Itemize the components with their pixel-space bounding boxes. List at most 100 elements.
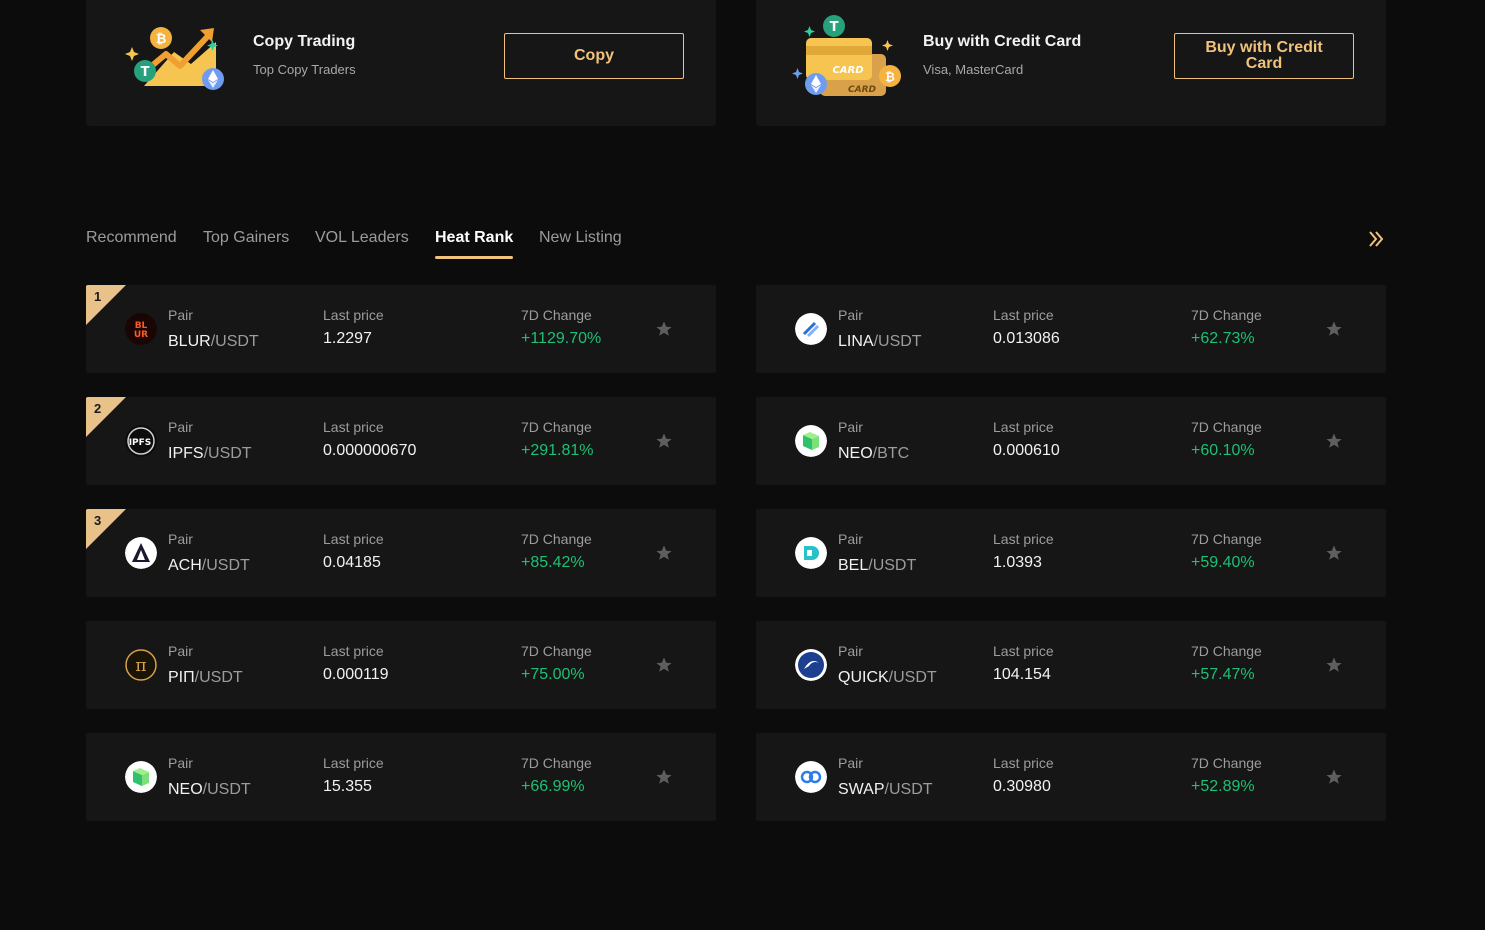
copy-trading-subtitle: Top Copy Traders	[253, 62, 356, 77]
star-icon[interactable]	[655, 544, 673, 562]
last-price-label: Last price	[323, 419, 384, 435]
svg-text:₿: ₿	[156, 32, 167, 47]
svg-text:IPFS: IPFS	[129, 438, 152, 448]
market-row[interactable]: 1 BL UR Pair BLUR/USDT Last price 1.2297 7D Cha…	[86, 285, 716, 373]
pair-label: Pair	[838, 307, 863, 323]
last-price-label: Last price	[993, 643, 1054, 659]
star-icon[interactable]	[1325, 544, 1343, 562]
svg-text:UR: UR	[134, 330, 148, 340]
tab-recommend[interactable]: Recommend	[86, 229, 177, 247]
pair-value[interactable]: PIΠ/USDT	[168, 669, 243, 687]
double-chevron-right-icon[interactable]	[1366, 229, 1386, 249]
rank-number: 1	[94, 289, 102, 304]
market-row[interactable]: 2 IPFS Pair IPFS/USDT Last price 0.000000670 7…	[86, 397, 716, 485]
market-row[interactable]: Pair LINA/USDT Last price 0.013086 7D Change…	[756, 285, 1386, 373]
pi-icon: π	[125, 649, 157, 681]
last-price-label: Last price	[993, 755, 1054, 771]
last-price-label: Last price	[993, 419, 1054, 435]
star-icon[interactable]	[655, 768, 673, 786]
star-icon[interactable]	[655, 656, 673, 674]
tab-heat-rank[interactable]: Heat Rank	[435, 229, 514, 259]
star-icon[interactable]	[1325, 432, 1343, 450]
change-label: 7D Change	[521, 307, 592, 323]
buy-with-credit-card-button[interactable]: Buy with Credit Card	[1174, 33, 1354, 79]
rank-badge	[86, 285, 126, 325]
pair-label: Pair	[838, 419, 863, 435]
market-row[interactable]: Pair NEO/USDT Last price 15.355 7D Change +66…	[86, 733, 716, 821]
lina-icon	[795, 313, 827, 345]
pair-base: PIΠ	[168, 669, 195, 686]
star-icon[interactable]	[1325, 656, 1343, 674]
market-row[interactable]: 3 Pair ACH/USDT Last price 0.04185 7D Change +…	[86, 509, 716, 597]
bel-icon	[795, 537, 827, 569]
last-price-label: Last price	[323, 531, 384, 547]
quick-icon	[795, 649, 827, 681]
pair-quote: /USDT	[868, 557, 917, 574]
pair-value[interactable]: QUICK/USDT	[838, 669, 937, 687]
card-text-back: CARD	[848, 85, 877, 95]
change-label: 7D Change	[521, 755, 592, 771]
change-label: 7D Change	[1191, 643, 1262, 659]
pair-value[interactable]: BLUR/USDT	[168, 333, 259, 351]
market-row[interactable]: π Pair PIΠ/USDT Last price 0.000119 7D Change…	[86, 621, 716, 709]
last-price-label: Last price	[323, 755, 384, 771]
pair-value[interactable]: NEO/BTC	[838, 445, 909, 463]
change-label: 7D Change	[1191, 419, 1262, 435]
last-price-value: 0.000119	[323, 666, 389, 683]
pair-base: ACH	[168, 557, 202, 574]
pair-value[interactable]: SWAP/USDT	[838, 781, 933, 799]
change-value: +1129.70%	[521, 330, 602, 347]
last-price-value: 0.30980	[993, 778, 1051, 795]
pair-value[interactable]: ACH/USDT	[168, 557, 250, 575]
market-row[interactable]: Pair SWAP/USDT Last price 0.30980 7D Change +…	[756, 733, 1386, 821]
change-value: +60.10%	[1191, 442, 1255, 459]
pair-value[interactable]: BEL/USDT	[838, 557, 916, 575]
change-label: 7D Change	[521, 531, 592, 547]
rank-number: 3	[94, 513, 102, 528]
tab-vol-leaders[interactable]: VOL Leaders	[315, 229, 409, 247]
last-price-value: 104.154	[993, 666, 1051, 683]
credit-card-card: CARD CARD T ₿ Buy with Credit Card Visa,…	[756, 0, 1386, 126]
svg-text:₿: ₿	[885, 70, 895, 84]
pair-quote: /USDT	[203, 445, 252, 462]
change-label: 7D Change	[521, 419, 592, 435]
change-label: 7D Change	[521, 643, 592, 659]
change-label: 7D Change	[1191, 531, 1262, 547]
pair-label: Pair	[838, 643, 863, 659]
svg-text:T: T	[141, 65, 150, 80]
pair-base: NEO	[838, 445, 873, 462]
copy-trading-card: ₿ T Copy Trading Top Copy Traders Copy	[86, 0, 716, 126]
last-price-value: 0.013086	[993, 330, 1060, 347]
pair-value[interactable]: LINA/USDT	[838, 333, 922, 351]
star-icon[interactable]	[1325, 768, 1343, 786]
tab-top-gainers[interactable]: Top Gainers	[203, 229, 289, 247]
pair-base: SWAP	[838, 781, 885, 798]
copy-button[interactable]: Copy	[504, 33, 684, 79]
change-value: +57.47%	[1191, 666, 1255, 683]
last-price-label: Last price	[323, 307, 384, 323]
star-icon[interactable]	[1325, 320, 1343, 338]
pair-value[interactable]: IPFS/USDT	[168, 445, 252, 463]
market-row[interactable]: Pair BEL/USDT Last price 1.0393 7D Change +59…	[756, 509, 1386, 597]
change-value: +62.73%	[1191, 330, 1255, 347]
change-value: +59.40%	[1191, 554, 1255, 571]
pair-label: Pair	[838, 755, 863, 771]
pair-value[interactable]: NEO/USDT	[168, 781, 251, 799]
last-price-value: 0.04185	[323, 554, 381, 571]
pair-quote: /USDT	[888, 669, 937, 686]
star-icon[interactable]	[655, 320, 673, 338]
swap-icon	[795, 761, 827, 793]
blur-icon: BLUR	[125, 313, 157, 345]
ach-icon	[125, 537, 157, 569]
market-row[interactable]: Pair NEO/BTC Last price 0.000610 7D Change +6…	[756, 397, 1386, 485]
last-price-value: 15.355	[323, 778, 372, 795]
change-value: +66.99%	[521, 778, 585, 795]
pair-quote: /USDT	[194, 669, 243, 686]
credit-card-subtitle: Visa, MasterCard	[923, 62, 1024, 77]
market-row[interactable]: Pair QUICK/USDT Last price 104.154 7D Change…	[756, 621, 1386, 709]
pair-label: Pair	[168, 755, 193, 771]
tab-new-listing[interactable]: New Listing	[539, 229, 622, 247]
star-icon[interactable]	[655, 432, 673, 450]
pair-label: Pair	[168, 643, 193, 659]
pair-quote: /USDT	[873, 333, 922, 350]
